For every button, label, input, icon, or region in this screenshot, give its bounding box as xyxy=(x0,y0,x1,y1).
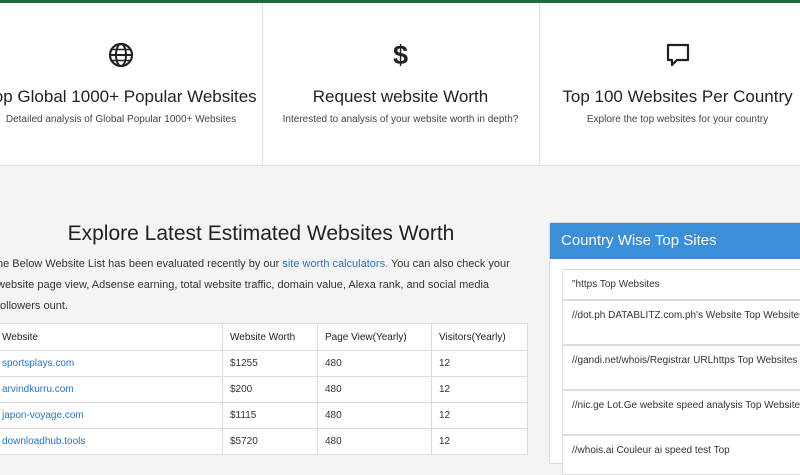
country-sidebar: Country Wise Top Sites "https Top Websit… xyxy=(549,222,800,475)
intro-text: he Below Website List has been evaluated… xyxy=(0,254,527,317)
visitors: 12 xyxy=(431,428,528,455)
table-header-row: Website Website Worth Page View(Yearly) … xyxy=(0,323,528,351)
website-link[interactable]: sportsplays.com xyxy=(0,350,223,377)
website-worth: $5720 xyxy=(222,428,318,455)
page-view: 480 xyxy=(317,428,432,455)
globe-icon xyxy=(0,41,262,69)
column-header-worth: Website Worth xyxy=(222,323,318,351)
visitors: 12 xyxy=(431,402,528,429)
sidebar-item[interactable]: //gandi.net/whois/Registrar URLhttps Top… xyxy=(562,345,800,390)
visitors: 12 xyxy=(431,376,528,403)
page-view: 480 xyxy=(317,350,432,377)
site-worth-calculators-link[interactable]: site worth calculators. xyxy=(282,258,388,270)
sidebar-item[interactable]: "https Top Websites xyxy=(562,269,800,300)
website-worth: $1115 xyxy=(222,402,318,429)
feature-title: Top 100 Websites Per Country xyxy=(562,87,793,106)
website-worth: $1255 xyxy=(222,350,318,377)
column-header-visitors: Visitors(Yearly) xyxy=(431,323,528,351)
website-link[interactable]: japon-voyage.com xyxy=(0,402,223,429)
feature-description: Detailed analysis of Global Popular 1000… xyxy=(5,114,237,125)
feature-request-worth[interactable]: $ Request website Worth Interested to an… xyxy=(262,3,540,165)
feature-title: Top Global 1000+ Popular Websites xyxy=(0,87,257,106)
table-row: downloadhub.tools $5720 480 12 xyxy=(0,428,528,455)
column-header-website: Website xyxy=(0,323,223,351)
table-row: sportsplays.com $1255 480 12 xyxy=(0,350,528,377)
websites-table: Website Website Worth Page View(Yearly) … xyxy=(0,323,528,455)
visitors: 12 xyxy=(431,350,528,377)
website-link[interactable]: downloadhub.tools xyxy=(0,428,223,455)
feature-description: Interested to analysis of your website w… xyxy=(282,114,519,125)
feature-description: Explore the top websites for your countr… xyxy=(586,114,769,125)
chat-icon xyxy=(540,41,800,69)
sidebar-title: Country Wise Top Sites xyxy=(550,223,800,259)
intro-text-start: he Below Website List has been evaluated… xyxy=(0,258,283,270)
sidebar-item[interactable]: //nic.ge Lot.Ge website speed analysis T… xyxy=(562,390,800,435)
sidebar-item[interactable]: //dot.ph DATABLITZ.com.ph's Website Top … xyxy=(562,300,800,345)
page-view: 480 xyxy=(317,376,432,403)
page-view: 480 xyxy=(317,402,432,429)
website-worth: $200 xyxy=(222,376,318,403)
feature-strip: Top Global 1000+ Popular Websites Detail… xyxy=(0,3,800,166)
table-row: japon-voyage.com $1115 480 12 xyxy=(0,402,528,429)
feature-global-websites[interactable]: Top Global 1000+ Popular Websites Detail… xyxy=(0,3,263,165)
dollar-icon: $ xyxy=(392,40,409,70)
feature-title: Request website Worth xyxy=(312,87,489,106)
column-header-page-view: Page View(Yearly) xyxy=(317,323,432,351)
website-link[interactable]: arvindkurru.com xyxy=(0,376,223,403)
sidebar-item[interactable]: //whois.ai Couleur ai speed test Top xyxy=(562,435,800,475)
table-row: arvindkurru.com $200 480 12 xyxy=(0,376,528,403)
section-title: Explore Latest Estimated Websites Worth xyxy=(67,222,455,245)
feature-top-per-country[interactable]: Top 100 Websites Per Country Explore the… xyxy=(540,3,800,165)
